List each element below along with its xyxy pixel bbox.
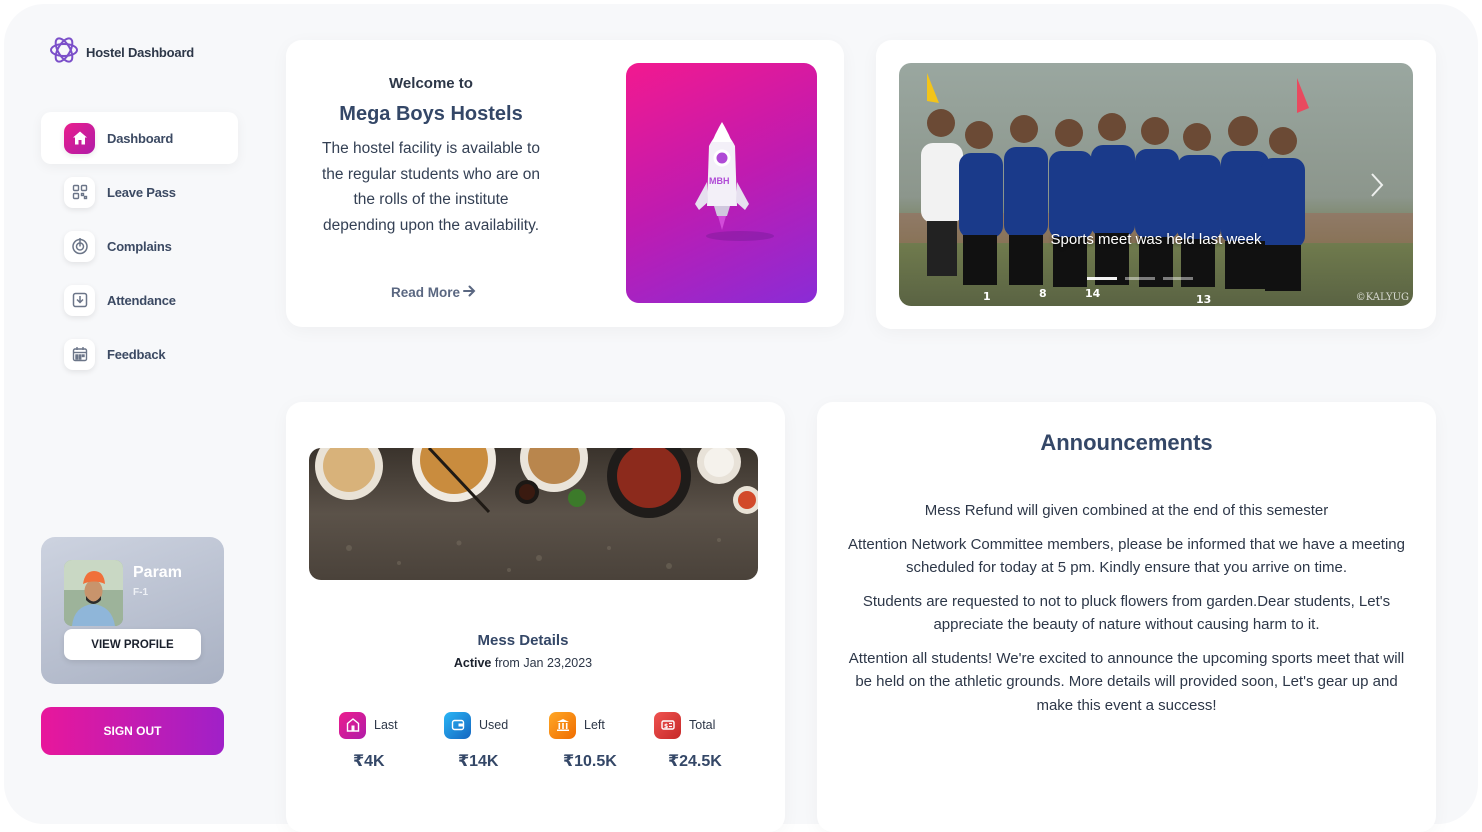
announcement-item: Students are requested to not to pluck f… bbox=[862, 592, 1391, 634]
stat-total: $ Total ₹24.5K bbox=[641, 711, 746, 771]
sidebar-item-label: Dashboard bbox=[107, 130, 174, 146]
stat-label: Last bbox=[374, 718, 398, 732]
announcements-title: Announcements bbox=[1040, 430, 1213, 455]
sidebar-item-leave-pass[interactable]: Leave Pass bbox=[41, 166, 238, 218]
sidebar-item-complains[interactable]: Complains bbox=[41, 220, 238, 272]
home-icon bbox=[64, 122, 95, 154]
read-more-link[interactable]: Read More bbox=[391, 285, 476, 300]
calendar-icon bbox=[64, 338, 95, 370]
mess-details-title: Mess Details bbox=[477, 632, 569, 649]
slide-caption: Sports meet was held last week bbox=[1050, 231, 1262, 248]
stat-value: ₹14K bbox=[458, 753, 499, 770]
announcements-card: Announcements Mess Refund will given com… bbox=[817, 402, 1436, 832]
sidebar-item-label: Feedback bbox=[107, 346, 166, 362]
sidebar-item-label: Leave Pass bbox=[107, 184, 176, 200]
announcement-item: Attention all students! We're excited to… bbox=[848, 649, 1405, 714]
jersey-number: 14 bbox=[1085, 287, 1101, 300]
avatar bbox=[64, 560, 123, 626]
sidebar-item-label: Attendance bbox=[107, 292, 176, 308]
announcement-item: Attention Network Committee members, ple… bbox=[848, 535, 1405, 577]
welcome-card: Welcome to Mega Boys Hostels The hostel … bbox=[286, 40, 844, 327]
cash-icon: $ bbox=[654, 711, 681, 739]
mess-status-date: from Jan 23,2023 bbox=[491, 656, 593, 670]
carousel-indicators bbox=[1087, 277, 1193, 280]
mess-stats: Last ₹4K Used ₹14K Left ₹10.5K $ Total ₹… bbox=[326, 711, 746, 771]
wallet-icon bbox=[444, 711, 471, 739]
profile-room: F-1 bbox=[133, 587, 148, 598]
food-banner-image bbox=[309, 448, 758, 580]
stat-used: Used ₹14K bbox=[431, 711, 536, 771]
brand[interactable]: Hostel Dashboard bbox=[48, 34, 194, 71]
welcome-subtitle: Welcome to bbox=[389, 75, 473, 92]
profile-card: Param F-1 VIEW PROFILE bbox=[41, 537, 224, 684]
stat-label: Total bbox=[689, 718, 716, 732]
sidebar-nav: Dashboard Leave Pass Complains Attendanc… bbox=[41, 112, 238, 382]
brand-name: Hostel Dashboard bbox=[86, 45, 195, 60]
qr-code-icon bbox=[64, 176, 95, 208]
mess-status-active: Active bbox=[453, 656, 492, 670]
hostel-description: The hostel facility is available to the … bbox=[322, 140, 540, 234]
svg-text:$: $ bbox=[664, 723, 668, 730]
stat-last: Last ₹4K bbox=[326, 711, 431, 771]
carousel-indicator[interactable] bbox=[1125, 277, 1155, 280]
download-tray-icon bbox=[64, 284, 95, 316]
bank-icon bbox=[549, 711, 576, 739]
jersey-number: 8 bbox=[1039, 287, 1047, 300]
announcement-item: Mess Refund will given combined at the e… bbox=[924, 502, 1329, 519]
jersey-number: 1 bbox=[983, 290, 991, 303]
announcements-list: Mess Refund will given combined at the e… bbox=[847, 499, 1406, 727]
read-more-label: Read More bbox=[391, 285, 461, 300]
carousel-indicator[interactable] bbox=[1087, 277, 1117, 280]
carousel-slide[interactable]: 1 8 14 13 Sports meet was held last week… bbox=[899, 63, 1413, 306]
sidebar-item-label: Complains bbox=[107, 238, 172, 254]
stat-label: Used bbox=[479, 718, 509, 732]
chevron-right-icon[interactable] bbox=[1369, 171, 1385, 204]
stat-value: ₹24.5K bbox=[668, 753, 722, 770]
hostel-icon bbox=[339, 711, 366, 739]
sign-out-button[interactable]: SIGN OUT bbox=[41, 707, 224, 755]
stat-value: ₹10.5K bbox=[563, 753, 617, 770]
news-carousel-card: 1 8 14 13 Sports meet was held last week… bbox=[876, 40, 1436, 329]
sidebar-item-attendance[interactable]: Attendance bbox=[41, 274, 238, 326]
hostel-title: Mega Boys Hostels bbox=[339, 103, 523, 125]
jersey-number: 13 bbox=[1196, 293, 1211, 306]
carousel-indicator[interactable] bbox=[1163, 277, 1193, 280]
rocket-label: MBH bbox=[709, 176, 730, 186]
view-profile-button[interactable]: VIEW PROFILE bbox=[64, 629, 201, 660]
brand-logo-icon bbox=[48, 34, 80, 71]
sports-meet-photo: 1 8 14 13 bbox=[899, 63, 1413, 306]
photo-watermark: ©KALYUG bbox=[1355, 292, 1409, 303]
rocket-illustration: MBH bbox=[626, 63, 817, 303]
sidebar-item-dashboard[interactable]: Dashboard bbox=[41, 112, 238, 164]
mess-status: Active from Jan 23,2023 bbox=[286, 656, 760, 670]
stat-value: ₹4K bbox=[353, 753, 385, 770]
arrow-right-icon bbox=[463, 285, 476, 300]
stat-label: Left bbox=[584, 718, 605, 732]
profile-name: Param bbox=[133, 564, 182, 581]
stat-left: Left ₹10.5K bbox=[536, 711, 641, 771]
mess-details-card: Mess Details Active from Jan 23,2023 Las… bbox=[286, 402, 785, 832]
target-icon bbox=[64, 230, 95, 262]
sidebar-item-feedback[interactable]: Feedback bbox=[41, 328, 238, 380]
